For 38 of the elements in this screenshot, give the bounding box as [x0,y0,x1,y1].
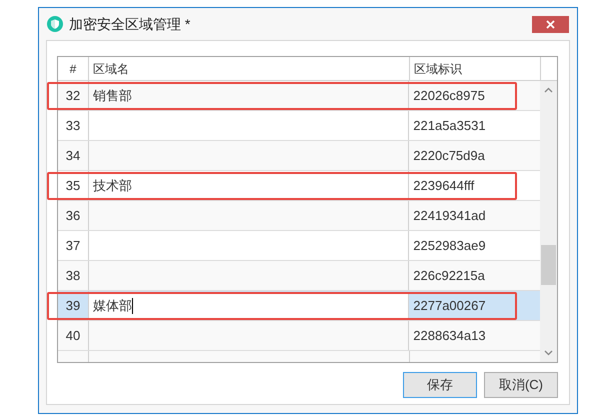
row-number: 37 [58,231,89,260]
table-row[interactable]: 38 226c92215a [58,261,540,291]
table-row[interactable]: 40 2288634a13 [58,321,540,351]
row-number: 34 [58,141,89,170]
scroll-down-icon[interactable] [544,350,554,356]
window-title: 加密安全区域管理 * [69,14,190,34]
id-cell-text: 2239644fff [412,176,476,195]
table-row[interactable]: 37 2252983ae9 [58,231,540,261]
name-cell: 销售部 [88,81,410,110]
row-number: 38 [58,261,89,290]
column-header[interactable]: # [58,57,89,80]
close-button[interactable] [532,16,569,32]
table-row[interactable]: 33 221a5a3531 [58,111,540,141]
table-row[interactable]: 34 2220c75d9a [58,141,540,171]
shield-icon [47,16,63,32]
id-cell-text: 221a5a3531 [412,116,487,135]
save-button[interactable]: 保存 [403,372,477,398]
id-cell-text: 226c92215a [412,266,486,285]
id-cell-text: 22419341ad [412,206,487,225]
id-cell-text: 22026c8975 [412,86,486,105]
row-number: 35 [58,171,89,200]
close-icon [546,20,555,28]
id-cell-text: 2277a00267 [412,296,487,315]
cancel-button[interactable]: 取消(C) [484,372,558,398]
id-cell-text: 2288634a13 [412,326,487,345]
column-header[interactable]: 区域标识 [410,57,541,80]
id-cell-text: 2252983ae9 [412,236,487,255]
row-number: 36 [58,201,89,230]
row-number: 32 [58,81,89,110]
column-header[interactable]: 区域名 [89,57,410,80]
scroll-up-icon[interactable] [544,87,554,93]
table-row[interactable]: 36 22419341ad [58,201,540,231]
id-cell-text: 2220c75d9a [412,146,486,165]
row-number: 40 [58,321,89,350]
name-cell: 技术部 [88,171,410,200]
scrollbar[interactable] [540,81,557,362]
row-number: 33 [58,111,89,140]
scroll-thumb[interactable] [541,245,556,285]
